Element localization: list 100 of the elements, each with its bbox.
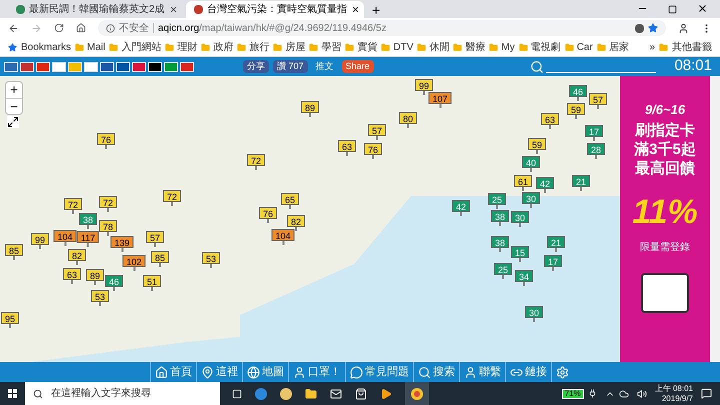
aqi-marker[interactable]: 89 <box>86 269 104 281</box>
bookmark-item[interactable]: DTV <box>393 40 414 54</box>
aqi-marker[interactable]: 72 <box>163 190 181 202</box>
aqi-marker[interactable]: 139 <box>110 236 134 248</box>
aqi-marker[interactable]: 28 <box>587 143 605 155</box>
more-bookmarks[interactable]: » <box>649 40 655 54</box>
star-icon[interactable] <box>648 23 658 33</box>
bookmark-item[interactable]: 居家 <box>608 40 629 54</box>
profile-icon[interactable] <box>678 22 689 34</box>
ad-banner[interactable]: 9/6~16 刷指定卡 滿3千5起 最高回饋 11% 限量需登錄 <box>620 76 710 362</box>
address-bar[interactable]: 不安全 aqicn.org/map/taiwan/hk/#@g/24.9692/119.4946/5z <box>98 20 666 36</box>
bookmark-item[interactable]: 休閒 <box>429 40 450 54</box>
aqi-marker[interactable]: 72 <box>247 154 265 166</box>
aqi-marker[interactable]: 82 <box>287 215 305 227</box>
zoom-in-button[interactable]: + <box>6 82 22 98</box>
aqi-marker[interactable]: 34 <box>515 270 533 282</box>
aqi-marker[interactable]: 82 <box>68 249 86 261</box>
volume-icon[interactable] <box>636 388 647 398</box>
bookmark-item[interactable]: My <box>501 40 515 54</box>
chrome-icon[interactable] <box>405 382 429 405</box>
aqi-marker[interactable]: 104 <box>53 230 77 242</box>
bookmark-item[interactable]: 政府 <box>213 40 234 54</box>
aqi-marker[interactable]: 30 <box>511 211 529 223</box>
aqi-marker[interactable]: 117 <box>76 231 100 243</box>
aqi-marker[interactable]: 99 <box>31 233 49 245</box>
aqi-marker[interactable]: 61 <box>514 175 532 187</box>
aqi-marker[interactable]: 63 <box>63 268 81 280</box>
aqi-marker[interactable]: 85 <box>151 251 169 263</box>
bookmark-item[interactable]: Car <box>576 40 593 54</box>
bookmark-item[interactable]: 電視劇 <box>530 40 561 54</box>
aqi-marker[interactable]: 46 <box>105 275 123 287</box>
aqi-marker[interactable]: 21 <box>547 236 565 248</box>
aqi-marker[interactable]: 25 <box>494 263 512 275</box>
close-icon[interactable] <box>697 3 708 14</box>
social-button[interactable]: Share <box>342 60 374 73</box>
bookmark-item[interactable]: 其他書籤 <box>672 40 712 54</box>
bookmark-item[interactable]: 旅行 <box>249 40 270 54</box>
aqi-marker[interactable]: 57 <box>368 124 386 136</box>
aqi-marker[interactable]: 76 <box>97 133 115 145</box>
reload-icon[interactable] <box>54 23 64 33</box>
fullscreen-icon[interactable] <box>7 116 19 128</box>
aqi-marker[interactable]: 46 <box>569 85 587 97</box>
aqi-marker[interactable]: 30 <box>525 306 543 318</box>
aqi-marker[interactable]: 30 <box>522 192 540 204</box>
task-view-icon[interactable] <box>232 388 242 398</box>
aqi-marker[interactable]: 78 <box>99 220 117 232</box>
aqi-marker[interactable]: 72 <box>64 198 82 210</box>
maximize-icon[interactable] <box>668 5 677 14</box>
aqi-marker[interactable]: 76 <box>364 143 382 155</box>
aqi-marker[interactable]: 85 <box>5 244 23 256</box>
aqi-marker[interactable]: 42 <box>536 177 554 189</box>
aqi-marker[interactable]: 15 <box>511 246 529 258</box>
aqi-marker[interactable]: 25 <box>488 193 506 205</box>
aqi-marker[interactable]: 21 <box>572 175 590 187</box>
aqi-marker[interactable]: 99 <box>415 79 433 91</box>
aqi-marker[interactable]: 65 <box>281 193 299 205</box>
browser-tab[interactable]: 台灣空氣污染：實時空氣質量指 <box>186 1 364 18</box>
new-tab-button[interactable]: + <box>372 2 380 18</box>
bookmark-item[interactable]: 入門網站 <box>121 40 162 54</box>
bookmark-item[interactable]: 醫療 <box>465 40 486 54</box>
aqi-marker[interactable]: 42 <box>452 200 470 212</box>
social-button[interactable]: 讚 707 <box>273 60 308 73</box>
bookmark-item[interactable]: Mail <box>87 40 106 54</box>
aqi-marker[interactable]: 80 <box>399 112 417 124</box>
aqi-marker[interactable]: 38 <box>491 210 509 222</box>
zoom-out-button[interactable]: − <box>6 98 22 114</box>
aqi-marker[interactable]: 59 <box>567 103 585 115</box>
scrollbar[interactable] <box>710 76 720 362</box>
aqi-marker[interactable]: 72 <box>99 196 117 208</box>
flag-icon[interactable] <box>148 62 162 72</box>
aqi-marker[interactable]: 95 <box>1 312 19 324</box>
notification-icon[interactable] <box>701 388 712 399</box>
bookmark-item[interactable]: 實貨 <box>357 40 378 54</box>
aqi-marker[interactable]: 38 <box>79 213 97 225</box>
folder-icon[interactable] <box>305 388 317 400</box>
search-icon[interactable] <box>530 60 544 74</box>
battery-indicator[interactable]: 71% <box>562 388 584 398</box>
aqi-marker[interactable]: 59 <box>528 138 546 150</box>
aqi-marker[interactable]: 57 <box>146 231 164 243</box>
aqi-marker[interactable]: 53 <box>91 290 109 302</box>
store-icon[interactable] <box>355 388 367 400</box>
aqi-marker[interactable]: 51 <box>143 275 161 287</box>
system-clock[interactable]: 上午 08:01 2019/9/7 <box>654 384 693 404</box>
aqi-marker[interactable]: 63 <box>338 140 356 152</box>
media-icon[interactable] <box>380 388 392 400</box>
aqi-marker[interactable]: 17 <box>544 255 562 267</box>
close-icon[interactable] <box>351 5 360 14</box>
home-icon[interactable] <box>76 23 86 33</box>
bookmark-item[interactable]: 學習 <box>321 40 342 54</box>
back-icon[interactable] <box>8 22 19 34</box>
cloud-icon[interactable] <box>618 388 629 398</box>
aqi-marker[interactable]: 107 <box>428 92 452 104</box>
mail-icon[interactable] <box>330 388 342 400</box>
aqi-marker[interactable]: 38 <box>491 236 509 248</box>
taskbar-search-field[interactable]: 在這裡輸入文字來搜尋 <box>25 382 220 405</box>
aqi-marker[interactable]: 53 <box>202 252 220 264</box>
aqi-marker[interactable]: 102 <box>122 255 146 267</box>
bookmark-item[interactable]: 理財 <box>177 40 198 54</box>
aqi-marker[interactable]: 17 <box>585 125 603 137</box>
bookmark-item[interactable]: Bookmarks <box>21 40 72 54</box>
